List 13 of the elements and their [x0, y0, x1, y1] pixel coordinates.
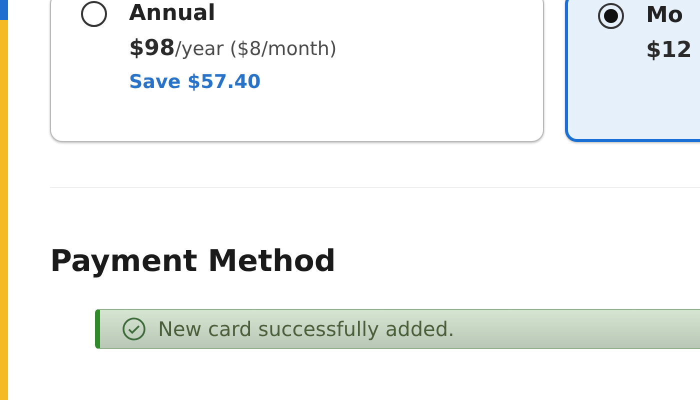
plan-price: $12	[646, 38, 692, 63]
radio-button[interactable]	[81, 1, 107, 27]
plan-period: /year ($8/month)	[174, 38, 337, 60]
plan-card[interactable]: Annual $98/year ($8/month) Save $57.40	[50, 0, 544, 142]
plan-name: Annual	[129, 1, 216, 26]
plan-name: Mo	[646, 3, 684, 28]
plan-card[interactable]: Mo $12	[565, 0, 700, 142]
alert-message: New card successfully added.	[158, 317, 454, 341]
radio-button[interactable]	[598, 3, 624, 29]
section-heading: Payment Method	[50, 244, 337, 279]
savings-text: Save $57.40	[129, 71, 262, 93]
check-circle-icon	[122, 317, 146, 341]
plan-price: $98	[129, 36, 175, 61]
